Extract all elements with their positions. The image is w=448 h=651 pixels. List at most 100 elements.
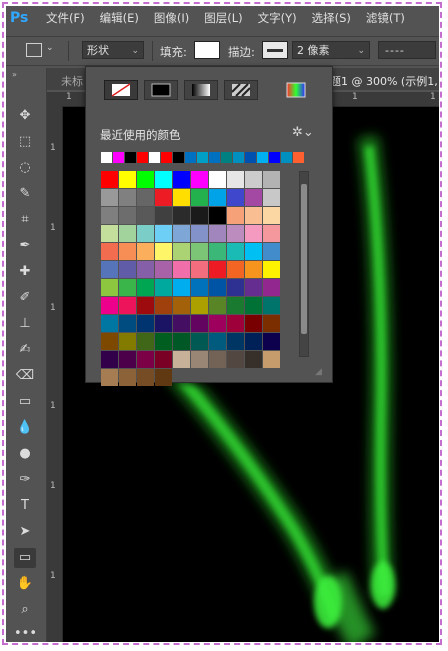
menu-image[interactable]: 图像(I) xyxy=(154,10,189,26)
color-swatch[interactable] xyxy=(263,171,280,188)
color-swatch[interactable] xyxy=(209,315,226,332)
color-swatch[interactable] xyxy=(191,315,208,332)
recent-color-swatch[interactable] xyxy=(173,152,184,163)
color-swatch[interactable] xyxy=(119,171,136,188)
color-swatch[interactable] xyxy=(227,171,244,188)
menu-type[interactable]: 文字(Y) xyxy=(258,10,297,26)
color-swatch[interactable] xyxy=(263,333,280,350)
pen-tool-icon[interactable]: ✑ xyxy=(14,470,36,490)
fill-color-swatch[interactable] xyxy=(194,41,220,59)
color-swatch[interactable] xyxy=(227,279,244,296)
color-swatch[interactable] xyxy=(173,315,190,332)
color-swatch[interactable] xyxy=(137,207,154,224)
color-swatch[interactable] xyxy=(101,279,118,296)
tool-preset-icon[interactable] xyxy=(26,43,42,57)
color-swatch[interactable] xyxy=(173,171,190,188)
color-swatch[interactable] xyxy=(155,351,172,368)
recent-color-swatch[interactable] xyxy=(257,152,268,163)
color-swatch[interactable] xyxy=(119,207,136,224)
gradient-tool-icon[interactable]: ▭ xyxy=(14,392,36,412)
recent-color-swatch[interactable] xyxy=(101,152,112,163)
gradient-button[interactable] xyxy=(184,80,218,100)
color-swatch[interactable] xyxy=(209,351,226,368)
crop-tool-icon[interactable]: ⌗ xyxy=(14,210,36,230)
color-swatch[interactable] xyxy=(263,225,280,242)
color-swatch[interactable] xyxy=(119,243,136,260)
color-swatch[interactable] xyxy=(173,351,190,368)
color-swatch[interactable] xyxy=(119,369,136,386)
color-swatch[interactable] xyxy=(155,369,172,386)
path-select-tool-icon[interactable]: ➤ xyxy=(14,522,36,542)
color-swatch[interactable] xyxy=(173,297,190,314)
color-swatch[interactable] xyxy=(155,279,172,296)
color-swatch[interactable] xyxy=(227,189,244,206)
color-swatch[interactable] xyxy=(209,261,226,278)
recent-color-swatch[interactable] xyxy=(137,152,148,163)
color-swatch[interactable] xyxy=(119,189,136,206)
color-swatch[interactable] xyxy=(191,261,208,278)
healing-brush-tool-icon[interactable]: ✚ xyxy=(14,262,36,282)
color-swatch[interactable] xyxy=(173,207,190,224)
color-swatch[interactable] xyxy=(155,261,172,278)
stroke-type-select[interactable]: ---- xyxy=(378,41,436,59)
quick-select-tool-icon[interactable]: ✎ xyxy=(14,184,36,204)
color-swatch[interactable] xyxy=(227,207,244,224)
recent-color-swatch[interactable] xyxy=(245,152,256,163)
eraser-tool-icon[interactable]: ⌫ xyxy=(14,366,36,386)
color-swatch[interactable] xyxy=(137,171,154,188)
color-swatch[interactable] xyxy=(155,207,172,224)
color-swatch[interactable] xyxy=(245,351,262,368)
color-swatch[interactable] xyxy=(263,315,280,332)
type-tool-icon[interactable]: T xyxy=(14,496,36,516)
color-swatch[interactable] xyxy=(173,189,190,206)
color-swatch[interactable] xyxy=(137,333,154,350)
color-swatch[interactable] xyxy=(119,225,136,242)
color-swatch[interactable] xyxy=(245,333,262,350)
color-swatch[interactable] xyxy=(245,297,262,314)
color-swatch[interactable] xyxy=(209,297,226,314)
color-swatch[interactable] xyxy=(155,189,172,206)
hand-tool-icon[interactable]: ✋ xyxy=(14,574,36,594)
color-swatch[interactable] xyxy=(245,225,262,242)
color-swatch[interactable] xyxy=(209,207,226,224)
menu-select[interactable]: 选择(S) xyxy=(312,10,351,26)
color-swatch[interactable] xyxy=(227,333,244,350)
color-swatch[interactable] xyxy=(137,315,154,332)
color-swatch[interactable] xyxy=(245,207,262,224)
color-swatch[interactable] xyxy=(227,261,244,278)
color-swatch[interactable] xyxy=(191,207,208,224)
history-brush-tool-icon[interactable]: ✍ xyxy=(14,340,36,360)
tab-untitled[interactable]: 未标 xyxy=(61,73,83,89)
color-swatch[interactable] xyxy=(173,279,190,296)
color-swatch[interactable] xyxy=(101,207,118,224)
color-swatch[interactable] xyxy=(263,261,280,278)
more-tools-icon[interactable]: ••• xyxy=(14,624,37,642)
color-swatch[interactable] xyxy=(137,189,154,206)
color-swatch[interactable] xyxy=(227,351,244,368)
color-swatch[interactable] xyxy=(155,297,172,314)
color-picker-icon[interactable] xyxy=(286,81,306,99)
recent-color-swatch[interactable] xyxy=(161,152,172,163)
color-swatch[interactable] xyxy=(173,243,190,260)
color-swatch[interactable] xyxy=(191,297,208,314)
color-swatch[interactable] xyxy=(227,225,244,242)
recent-color-swatch[interactable] xyxy=(149,152,160,163)
color-swatch[interactable] xyxy=(101,315,118,332)
recent-color-swatch[interactable] xyxy=(113,152,124,163)
color-swatch[interactable] xyxy=(263,243,280,260)
color-swatch[interactable] xyxy=(155,315,172,332)
gear-icon[interactable]: ✲⌄ xyxy=(292,125,314,140)
color-swatch[interactable] xyxy=(101,171,118,188)
color-swatch[interactable] xyxy=(245,189,262,206)
color-swatch[interactable] xyxy=(101,369,118,386)
color-swatch[interactable] xyxy=(209,189,226,206)
eyedropper-tool-icon[interactable]: ✒ xyxy=(14,236,36,256)
stroke-width-select[interactable]: 2 像素 ⌄ xyxy=(292,41,370,59)
recent-color-swatch[interactable] xyxy=(209,152,220,163)
stroke-color-swatch[interactable] xyxy=(262,41,288,59)
color-swatch[interactable] xyxy=(137,297,154,314)
color-swatch[interactable] xyxy=(245,243,262,260)
marquee-tool-icon[interactable]: ⬚ xyxy=(14,132,36,152)
color-swatch[interactable] xyxy=(137,225,154,242)
color-swatch[interactable] xyxy=(191,171,208,188)
